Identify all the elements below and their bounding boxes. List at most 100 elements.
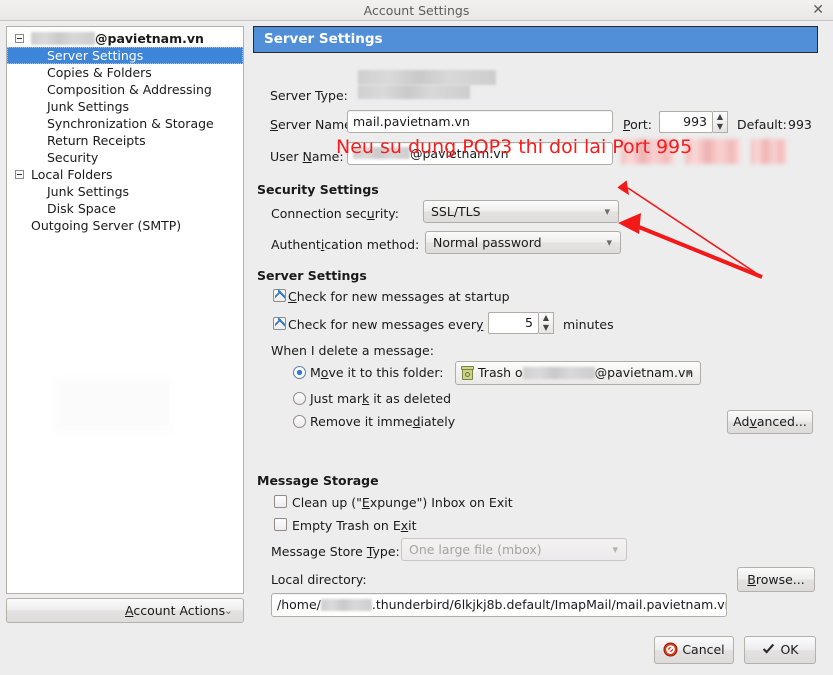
trash-folder-select[interactable]: Trash o @pavietnam.vn ▾	[455, 361, 701, 385]
sidebar-item-copies-folders[interactable]: Copies & Folders	[7, 64, 243, 81]
browse-button-label: Browse...	[747, 572, 805, 587]
local-directory-input[interactable]: /home/ .thunderbird/6lkjkj8b.default/Imap…	[271, 593, 727, 617]
close-icon[interactable]: ✕	[812, 0, 824, 21]
blurred-watermark	[55, 378, 171, 432]
sidebar-item-label: @pavietnam.vn	[31, 30, 204, 47]
stepper-down-icon[interactable]: ▼	[539, 323, 553, 333]
connection-security-value: SSL/TLS	[431, 204, 481, 219]
stepper-up-icon[interactable]: ▲	[539, 313, 553, 323]
check-every-checkbox[interactable]	[273, 316, 286, 330]
sidebar-item-composition-addressing[interactable]: Composition & Addressing	[7, 81, 243, 98]
sidebar-item-label: Outgoing Server (SMTP)	[31, 218, 182, 233]
title-bar: Account Settings ✕	[0, 0, 833, 21]
radio-remove-immediately[interactable]	[293, 415, 306, 428]
server-type-label: Server Type:	[270, 88, 348, 103]
cancel-button[interactable]: Cancel	[654, 636, 734, 664]
check-every-stepper[interactable]: ▲ ▼	[539, 312, 554, 334]
empty-trash-checkbox[interactable]	[274, 518, 287, 531]
sidebar-item-label: Disk Space	[47, 201, 116, 216]
expunge-label: Clean up ("Expunge") Inbox on Exit	[292, 495, 513, 510]
sidebar-item-disk-space[interactable]: Disk Space	[7, 200, 243, 217]
check-startup-label: Check for new messages at startup	[288, 289, 510, 304]
message-storage-header: Message Storage	[257, 473, 379, 488]
sidebar-item-label: Local Folders	[31, 167, 113, 182]
port-input[interactable]: 993	[659, 111, 713, 133]
sidebar-item-outgoing-server-smtp[interactable]: Outgoing Server (SMTP)	[7, 217, 243, 234]
advanced-button[interactable]: Advanced...	[727, 410, 813, 434]
delete-message-label: When I delete a message:	[271, 343, 434, 358]
sidebar-item-pavietnam-vn[interactable]: @pavietnam.vn	[7, 30, 243, 47]
account-settings-window: Account Settings ✕ @pavietnam.vn Server S…	[0, 0, 833, 675]
chevron-down-icon: ▾	[606, 236, 612, 249]
empty-trash-label: Empty Trash on Exit	[292, 518, 417, 533]
tree-twisty-icon[interactable]	[15, 170, 24, 179]
store-type-label: Message Store Type:	[271, 544, 400, 559]
chevron-down-icon: ▾	[604, 205, 610, 218]
browse-button[interactable]: Browse...	[737, 567, 815, 592]
cancel-button-label: Cancel	[682, 642, 725, 657]
server-name-input[interactable]: mail.pavietnam.vn	[347, 110, 613, 133]
check-every-input[interactable]: 5	[488, 312, 539, 334]
sidebar-item-security[interactable]: Security	[7, 149, 243, 166]
ok-button-label: OK	[780, 642, 799, 657]
local-directory-prefix: /home/	[277, 597, 321, 612]
connection-security-select[interactable]: SSL/TLS ▾	[423, 200, 619, 223]
sidebar-item-junk-settings[interactable]: Junk Settings	[7, 98, 243, 115]
local-directory-suffix: .thunderbird/6lkjkj8b.default/ImapMail/m…	[371, 597, 727, 612]
sidebar-item-local-folders[interactable]: Local Folders	[7, 166, 243, 183]
sidebar-item-label: Junk Settings	[47, 184, 130, 199]
radio-move-to-folder-label: Move it to this folder:	[310, 365, 444, 380]
expunge-checkbox[interactable]	[274, 495, 287, 508]
server-settings-pane: Server Settings Server Type: Server Name…	[253, 26, 827, 617]
advanced-button-label: Advanced...	[733, 414, 807, 429]
trash-folder-suffix: @pavietnam.vn	[594, 365, 694, 380]
account-actions-button[interactable]: Account Actions ⌄	[6, 598, 244, 623]
chevron-down-icon: ⌄	[223, 604, 233, 617]
server-name-label: Server Name:	[270, 117, 357, 132]
sidebar-item-server-settings[interactable]: Server Settings	[7, 47, 243, 64]
window-title: Account Settings	[363, 3, 470, 18]
ok-button[interactable]: OK	[744, 636, 816, 664]
sidebar-item-synchronization-storage[interactable]: Synchronization & Storage	[7, 115, 243, 132]
security-settings-header: Security Settings	[257, 182, 379, 197]
check-every-suffix: minutes	[563, 317, 614, 332]
sidebar-item-label: Junk Settings	[47, 99, 130, 114]
sidebar-item-label: Server Settings	[47, 48, 144, 63]
accounts-tree[interactable]: @pavietnam.vn Server Settings Copies & Fol…	[6, 26, 244, 594]
chevron-down-icon: ▾	[686, 366, 692, 379]
port-default-label: Default:	[737, 117, 787, 132]
sidebar-item-return-receipts[interactable]: Return Receipts	[7, 132, 243, 149]
radio-move-to-folder[interactable]	[293, 366, 306, 379]
user-name-label: User Name:	[270, 149, 344, 164]
sidebar-item-label: Composition & Addressing	[47, 82, 212, 97]
redacted-account-name	[31, 32, 95, 45]
authentication-method-label: Authentication method:	[271, 237, 420, 252]
port-stepper[interactable]: ▲ ▼	[713, 111, 728, 133]
connection-security-label: Connection security:	[271, 206, 399, 221]
chevron-down-icon: ▾	[612, 543, 618, 556]
port-label: Port:	[623, 117, 652, 132]
sidebar-item-label: Synchronization & Storage	[47, 116, 214, 131]
pane-title: Server Settings	[253, 26, 818, 53]
stepper-down-icon[interactable]: ▼	[713, 122, 727, 132]
tree-twisty-icon[interactable]	[15, 34, 24, 43]
sidebar-item-label: Security	[47, 150, 99, 165]
cancel-icon	[663, 640, 678, 666]
annotation-text: Neu su dung POP3 thi doi lai Port 995	[336, 136, 693, 158]
authentication-method-select[interactable]: Normal password ▾	[425, 231, 621, 254]
trash-folder-prefix: Trash o	[478, 365, 523, 380]
radio-mark-deleted[interactable]	[293, 392, 306, 405]
radio-mark-deleted-label: Just mark it as deleted	[310, 391, 452, 406]
server-settings-header: Server Settings	[257, 268, 367, 283]
stepper-up-icon[interactable]: ▲	[713, 112, 727, 122]
check-icon	[761, 640, 776, 666]
check-startup-checkbox[interactable]	[273, 288, 286, 302]
store-type-value: One large file (mbox)	[409, 542, 542, 557]
port-default-value: 993	[788, 117, 812, 132]
sidebar-item-label: Return Receipts	[47, 133, 146, 148]
radio-remove-immediately-label: Remove it immediately	[310, 414, 456, 429]
sidebar-item-junk-settings[interactable]: Junk Settings	[7, 183, 243, 200]
sidebar-item-label: Copies & Folders	[47, 65, 152, 80]
store-type-select[interactable]: One large file (mbox) ▾	[401, 538, 627, 561]
trash-icon	[461, 366, 474, 380]
